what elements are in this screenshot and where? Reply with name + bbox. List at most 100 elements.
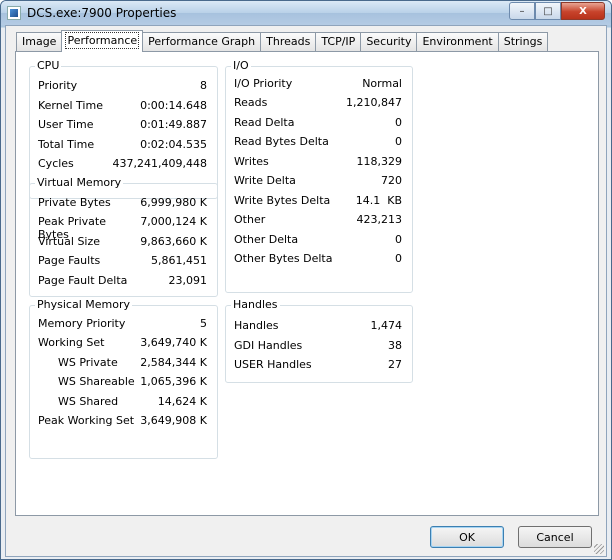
tab-strings[interactable]: Strings — [497, 32, 549, 52]
io-group: I/O I/O Priority Normal Reads 1,210,847 Re… — [225, 59, 413, 293]
performance-panel: CPU Priority 8 Kernel Time 0:00:14.648 Use… — [15, 51, 599, 516]
row-value: 8 — [200, 79, 207, 92]
row-label: WS Private — [58, 356, 118, 369]
info-row: Handles 1,474 — [234, 319, 402, 335]
info-row: Other Delta 0 — [234, 233, 402, 249]
tab-environment[interactable]: Environment — [416, 32, 499, 52]
row-value: 1,065,396 K — [140, 375, 207, 388]
row-label: User Time — [38, 118, 94, 131]
info-row: I/O Priority Normal — [234, 77, 402, 93]
info-row: User Time 0:01:49.887 — [38, 118, 207, 134]
info-row: Total Time 0:02:04.535 — [38, 138, 207, 154]
row-label: Page Faults — [38, 254, 101, 267]
row-label: WS Shareable — [58, 375, 135, 388]
row-value: 1,210,847 — [346, 96, 402, 109]
physical-memory-group: Physical Memory Memory Priority 5 Working… — [29, 298, 218, 459]
window-title: DCS.exe:7900 Properties — [27, 6, 177, 20]
info-row: Read Delta 0 — [234, 116, 402, 132]
row-value: 0 — [395, 233, 402, 246]
row-value: 14,624 K — [157, 395, 207, 408]
info-row: WS Private 2,584,344 K — [58, 356, 207, 372]
handles-group: Handles Handles 1,474 GDI Handles 38 USER … — [225, 298, 413, 383]
ok-button[interactable]: OK — [430, 526, 504, 548]
info-row: Page Faults 5,861,451 — [38, 254, 207, 270]
row-value: 5,861,451 — [151, 254, 207, 267]
row-value: 0:00:14.648 — [140, 99, 207, 112]
info-row: Private Bytes 6,999,980 K — [38, 196, 207, 212]
tab-security[interactable]: Security — [360, 32, 418, 52]
row-label: Private Bytes — [38, 196, 111, 209]
row-label: Read Delta — [234, 116, 295, 129]
resize-grip[interactable] — [594, 544, 604, 554]
row-label: Peak Working Set — [38, 414, 135, 427]
title-bar[interactable]: DCS.exe:7900 Properties – □ X — [1, 1, 611, 25]
info-row: Working Set 3,649,740 K — [38, 336, 207, 352]
close-button[interactable]: X — [561, 2, 605, 20]
group-title: CPU — [35, 59, 62, 72]
info-row: Read Bytes Delta 0 — [234, 135, 402, 151]
row-label: Other Bytes Delta — [234, 252, 333, 265]
row-label: Peak Private Bytes — [38, 215, 106, 241]
info-row: WS Shared 14,624 K — [58, 395, 207, 411]
row-value: 1,474 — [370, 319, 403, 332]
row-label: Page Fault Delta — [38, 274, 128, 287]
row-value: 0 — [395, 116, 402, 129]
info-row: Page Fault Delta 23,091 — [38, 274, 207, 290]
tab-image[interactable]: Image — [16, 32, 63, 52]
info-row: Other 423,213 — [234, 213, 402, 229]
row-value: 7,000,124 K — [140, 215, 208, 228]
row-value: 0 — [395, 135, 402, 148]
app-icon — [7, 6, 21, 20]
cancel-button[interactable]: Cancel — [518, 526, 592, 548]
row-label: I/O Priority — [234, 77, 293, 90]
row-value: 0 — [395, 252, 402, 265]
row-value: 118,329 — [356, 155, 403, 168]
tab-tcpip[interactable]: TCP/IP — [315, 32, 362, 52]
tab-threads[interactable]: Threads — [260, 32, 317, 52]
row-label: WS Shared — [58, 395, 119, 408]
info-row: Cycles 437,241,409,448 — [38, 157, 207, 173]
group-title: Physical Memory — [35, 298, 132, 311]
window-controls: – □ X — [509, 2, 605, 20]
row-value: 2,584,344 K — [140, 356, 207, 369]
info-row: Reads 1,210,847 — [234, 96, 402, 112]
maximize-button[interactable]: □ — [535, 2, 561, 20]
tab-performance[interactable]: Performance — [61, 30, 144, 52]
row-label: Kernel Time — [38, 99, 103, 112]
minimize-button[interactable]: – — [509, 2, 535, 20]
row-value: 437,241,409,448 — [112, 157, 207, 170]
group-title: Virtual Memory — [35, 176, 124, 189]
row-label: Write Delta — [234, 174, 296, 187]
row-value: 3,649,908 K — [140, 414, 207, 427]
row-label: Working Set — [38, 336, 105, 349]
row-label: Virtual Size — [38, 235, 101, 248]
tab-performance-graph[interactable]: Performance Graph — [142, 32, 262, 52]
info-row: Other Bytes Delta 0 — [234, 252, 402, 268]
info-row: Priority 8 — [38, 79, 207, 95]
row-label: Cycles — [38, 157, 74, 170]
row-label: Handles — [234, 319, 279, 332]
properties-window: DCS.exe:7900 Properties – □ X Image Perf… — [0, 0, 612, 560]
row-value: 27 — [388, 358, 402, 371]
row-label: Reads — [234, 96, 268, 109]
row-value: 23,091 — [168, 274, 208, 287]
group-title: I/O — [231, 59, 251, 72]
virtual-memory-group: Virtual Memory Private Bytes 6,999,980 K … — [29, 176, 218, 297]
row-value: 14.1 KB — [355, 194, 402, 207]
row-label: Other Delta — [234, 233, 299, 246]
info-row: Write Delta 720 — [234, 174, 402, 190]
info-row: WS Shareable 1,065,396 K — [58, 375, 207, 391]
row-value: 0:02:04.535 — [140, 138, 207, 151]
info-row: Peak Working Set 3,649,908 K — [38, 414, 207, 430]
row-value: 38 — [388, 339, 402, 352]
row-value: Normal — [362, 77, 402, 90]
row-label: Writes — [234, 155, 269, 168]
info-row: Kernel Time 0:00:14.648 — [38, 99, 207, 115]
info-row: Peak Private Bytes 7,000,124 K — [38, 215, 208, 241]
row-value: 9,863,660 K — [140, 235, 207, 248]
dialog-body: Image Performance Performance Graph Thre… — [5, 25, 607, 557]
row-value: 0:01:49.887 — [140, 118, 207, 131]
row-value: 3,649,740 K — [140, 336, 207, 349]
row-label: Other — [234, 213, 266, 226]
info-row: GDI Handles 38 — [234, 339, 402, 355]
